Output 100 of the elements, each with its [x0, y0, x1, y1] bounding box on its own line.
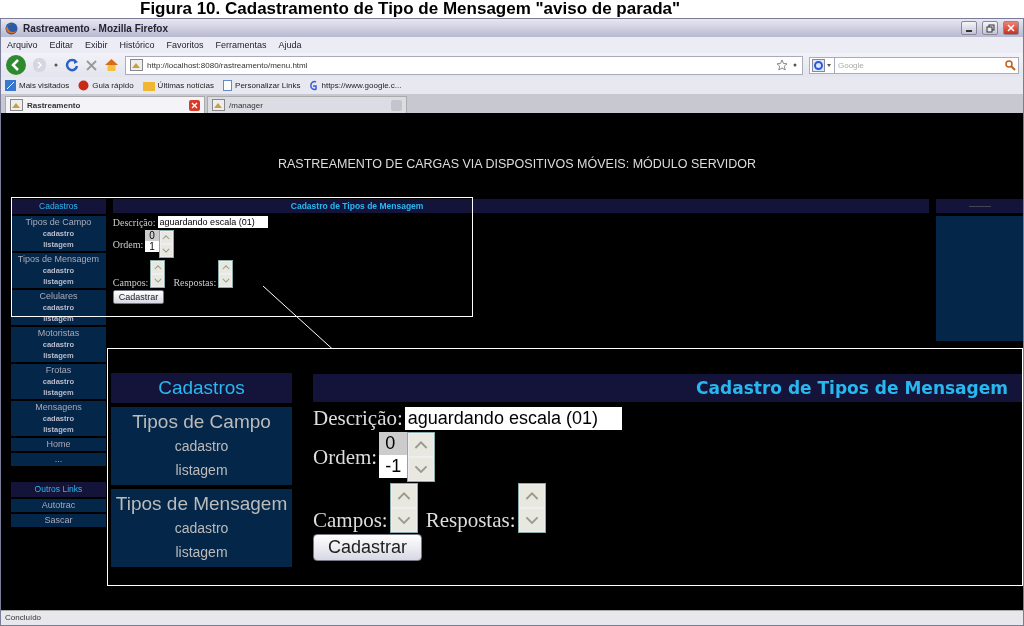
field-label: Respostas: [425, 508, 516, 533]
section-header: Cadastro de Tipos de Mensagem [313, 374, 1022, 402]
search-engine-button[interactable] [809, 56, 835, 74]
window-title: Rastreamento - Mozilla Firefox [23, 22, 169, 34]
close-icon [1007, 24, 1015, 32]
sidebar-label[interactable]: Tipos de Campo [132, 410, 271, 434]
section-header: Cadastro de Tipos de Mensagem [112, 199, 930, 213]
down-chevron-icon [396, 515, 411, 525]
spin-up-button[interactable] [519, 485, 544, 507]
reload-icon[interactable] [65, 58, 79, 72]
spin-up-button[interactable] [160, 232, 172, 243]
spin-down-button[interactable] [220, 275, 232, 286]
sidebar-link[interactable]: cadastro [174, 516, 229, 540]
field-label: Ordem: [313, 444, 378, 470]
close-button[interactable] [1003, 21, 1019, 35]
back-icon[interactable] [5, 54, 27, 76]
sidebar-heading: Outros Links [11, 482, 106, 497]
field-label: Campos: [112, 277, 149, 288]
folder-icon [142, 80, 155, 91]
sidebar-link[interactable]: listagem [175, 540, 228, 564]
close-tab-icon[interactable] [189, 99, 200, 111]
spin-down-button[interactable] [152, 275, 164, 286]
spin-up-button[interactable] [391, 485, 416, 507]
sidebar-label[interactable]: Sascar [44, 515, 73, 526]
sidebar-label[interactable]: Celulares [39, 291, 78, 302]
sidebar-label[interactable]: Tipos de Mensagem [17, 254, 99, 265]
sidebar-label[interactable]: ... [54, 454, 63, 465]
sidebar-label[interactable]: Home [46, 439, 71, 450]
sidebar-heading: Cadastros [11, 199, 106, 214]
stop-icon[interactable] [85, 58, 98, 72]
spin-down-button[interactable] [519, 509, 544, 531]
sidebar-label[interactable]: Tipos de Mensagem [115, 492, 288, 516]
up-chevron-icon [153, 265, 162, 270]
minimize-button[interactable] [961, 21, 977, 35]
home-icon[interactable] [104, 58, 119, 72]
figure-caption: Figura 10. Cadastramento de Tipo de Mensagem "aviso de parada" [139, 0, 682, 18]
spin-down-button[interactable] [391, 509, 416, 531]
description-field[interactable]: aguardando escala (01) [404, 407, 622, 430]
sidebar-link[interactable]: cadastro [174, 434, 229, 458]
menu-item[interactable]: Arquivo [7, 40, 38, 50]
submit-button[interactable]: Cadastrar [313, 534, 423, 561]
bookmark-link[interactable]: Guia rápido [78, 80, 134, 91]
sidebar-label[interactable]: Frotas [45, 365, 72, 376]
page-icon [223, 80, 233, 91]
bookmark-link[interactable]: Personalizar Links [223, 80, 301, 91]
up-chevron-icon [524, 491, 539, 501]
menu-item[interactable]: Ajuda [278, 40, 302, 50]
down-chevron-icon [414, 464, 429, 474]
page-heading: RASTREAMENTO DE CARGAS VIA DISPOSITIVOS MÓVEIS: MÓDULO SERVIDOR [276, 155, 758, 173]
menu-item[interactable]: Ferramentas [215, 40, 267, 50]
menu-item[interactable]: Favoritos [166, 40, 204, 50]
field-label: Campos: [313, 508, 388, 533]
down-chevron-icon [524, 515, 539, 525]
down-chevron-icon [162, 248, 171, 253]
description-field[interactable]: aguardando escala (01) [157, 216, 268, 228]
field-label: Respostas: [173, 277, 217, 288]
spin-down-button[interactable] [409, 458, 434, 480]
up-chevron-icon [414, 440, 429, 450]
browser-tab[interactable]: Rastreamento [5, 96, 205, 113]
sidebar-label[interactable]: Motoristas [37, 328, 80, 339]
star-icon[interactable] [776, 59, 788, 71]
submit-button[interactable]: Cadastrar [112, 290, 165, 304]
sidebar-link[interactable]: listagem [175, 458, 228, 482]
browser-logo-icon [5, 21, 18, 35]
bookmark-link[interactable]: Mais visitados [5, 80, 70, 91]
down-chevron-icon [221, 278, 230, 283]
page-icon [130, 59, 143, 71]
menu-item[interactable]: Exibir [85, 40, 108, 50]
down-chevron-icon [153, 278, 162, 283]
forward-icon[interactable] [33, 57, 47, 73]
menu-item[interactable]: Histórico [119, 40, 155, 50]
field-label: Descrição: [112, 216, 156, 228]
order-listbox[interactable]: 0 -1 [379, 432, 408, 478]
spin-up-button[interactable] [409, 434, 434, 456]
spin-down-button[interactable] [160, 245, 172, 256]
sidebar-heading: Cadastros [111, 373, 292, 403]
menu-item[interactable]: Editar [49, 40, 74, 50]
sidebar-label[interactable]: Mensagens [35, 402, 82, 413]
sidebar-label[interactable]: Tipos de Campo [25, 217, 92, 228]
bookmark-dot-icon [78, 80, 90, 91]
restore-icon [985, 23, 995, 33]
up-chevron-icon [162, 235, 171, 240]
search-field[interactable]: Google [835, 56, 1019, 74]
dropdown-icon[interactable] [53, 62, 59, 68]
browser-tab[interactable]: /manager [207, 96, 407, 113]
field-label: Ordem: [112, 238, 144, 250]
search-icon[interactable] [1005, 59, 1016, 71]
address-bar[interactable]: http://localhost:8080/rastreamento/menu.html [125, 55, 803, 75]
sidebar-label[interactable]: Autotrac [41, 500, 76, 511]
bookmark-link[interactable]: https://www.google.c... [309, 80, 402, 91]
page-icon [10, 99, 23, 111]
search-engine-icon [812, 58, 832, 72]
restore-button[interactable] [982, 21, 998, 35]
spin-up-button[interactable] [220, 262, 232, 273]
spin-up-button[interactable] [152, 262, 164, 273]
bookmark-link[interactable]: Últimas notícias [142, 80, 215, 91]
page-icon [212, 99, 225, 111]
dropdown-icon[interactable] [792, 62, 798, 68]
status-bar: Concluído [1, 610, 1023, 625]
order-listbox[interactable]: 0 1 [145, 230, 159, 252]
